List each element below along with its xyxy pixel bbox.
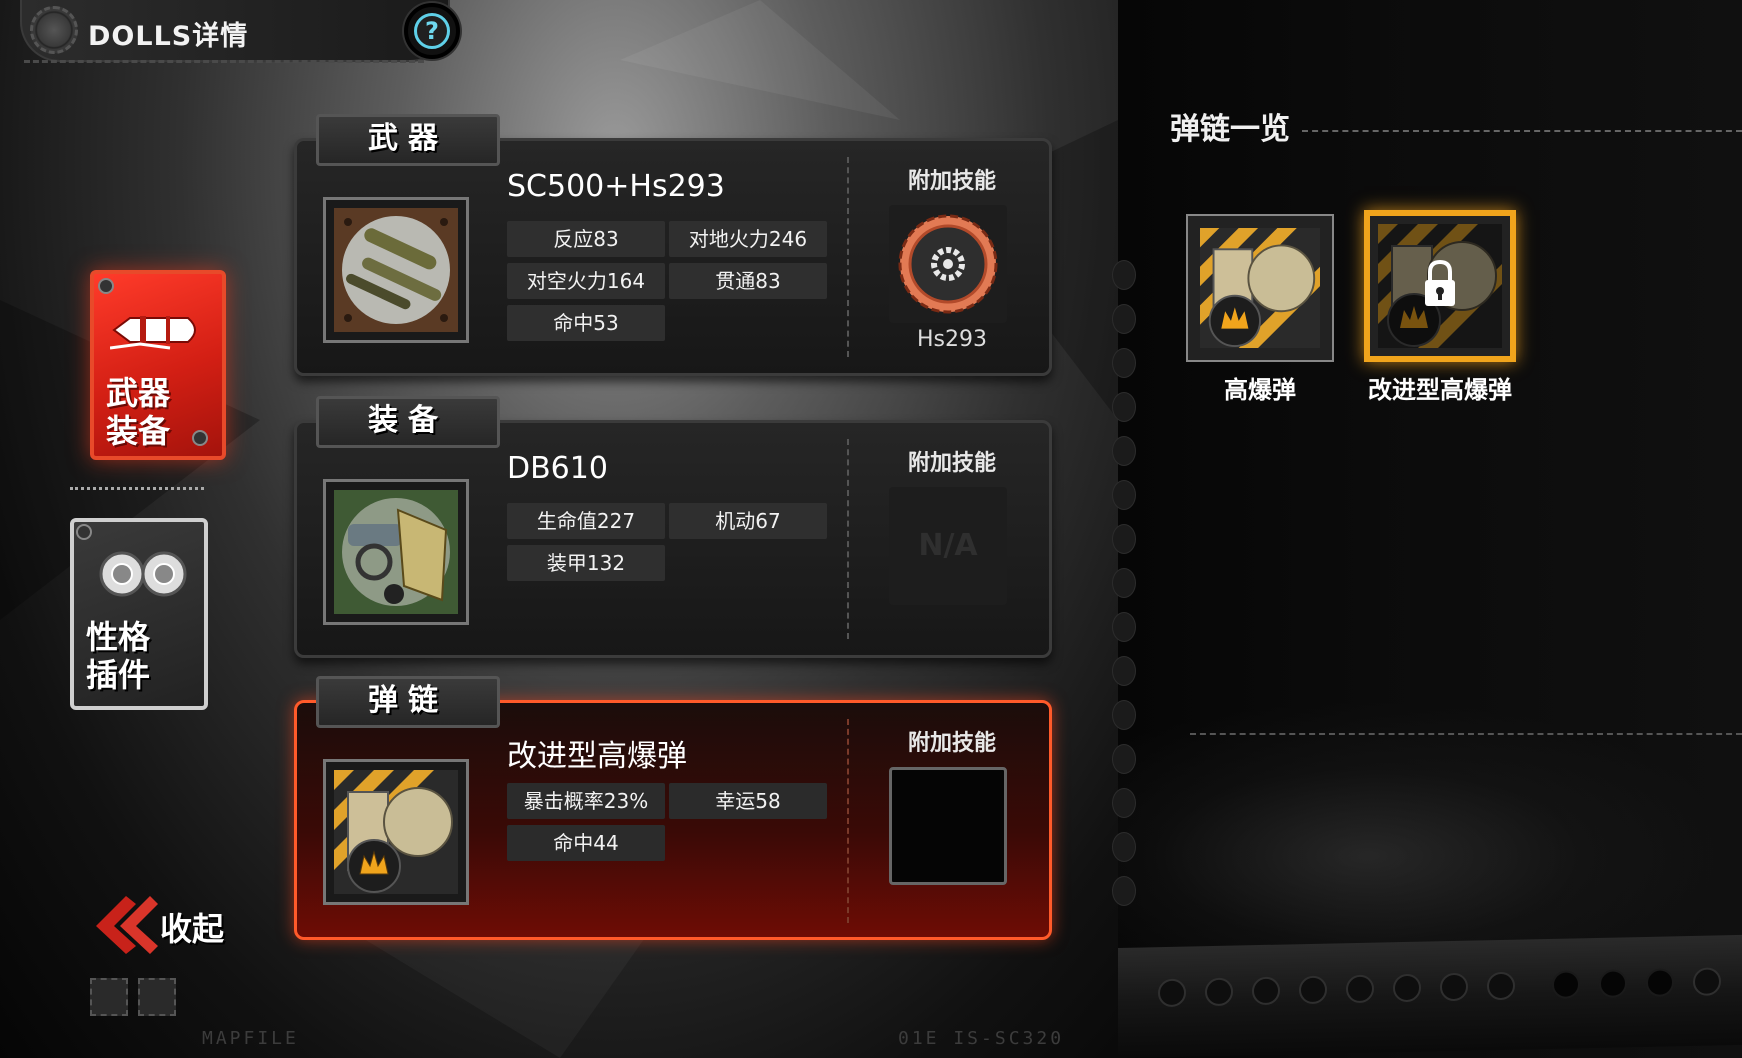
weapon-skill-slot[interactable] [889, 205, 1007, 323]
ammo-skill-label: 附加技能 [907, 731, 996, 756]
nav-weapon-equip-label: 武器 装备 [106, 374, 170, 450]
title-bar: DOLLS详情 [20, 0, 450, 62]
weapon-item-slot[interactable] [323, 197, 469, 343]
chevron-left-icon [96, 896, 158, 954]
weapon-skill-name: Hs293 [917, 327, 987, 352]
help-icon: ? [414, 13, 450, 49]
gear-icon [30, 6, 78, 54]
ammo-list-divider [1302, 130, 1742, 132]
screw-icon [76, 524, 92, 540]
ammo-stat: 暴击概率23% [507, 783, 665, 819]
page-title: DOLLS详情 [88, 21, 249, 52]
nav-weapon-equip-line2: 装备 [106, 412, 171, 450]
tab-ammo: 弹链 [316, 676, 500, 728]
tab-weapon: 武器 [316, 114, 500, 166]
panel-divider [847, 439, 849, 639]
ammo-name: 改进型高爆弹 [507, 739, 687, 774]
slot-square [90, 978, 128, 1016]
footer-left-code: MAPFILE [202, 1028, 299, 1049]
nav-trait-plugin-label: 性格 插件 [86, 618, 150, 694]
tires-icon [99, 551, 187, 597]
weapon-stat: 贯通83 [669, 263, 827, 299]
equipment-item-slot[interactable] [323, 479, 469, 625]
nav-trait-plugin-line1: 性格 [86, 618, 151, 656]
equipment-panel[interactable]: DB610 生命值227 机动67 装甲132 附加技能 N/A [294, 420, 1052, 658]
equipment-skill-na: N/A [918, 528, 978, 563]
equipment-skill-label: 附加技能 [907, 451, 996, 476]
ammo-card-high-explosive[interactable] [1186, 214, 1334, 362]
nav-trait-plugin-button[interactable]: 性格 插件 [70, 518, 208, 710]
ammo-panel[interactable]: 改进型高爆弹 暴击概率23% 幸运58 命中44 附加技能 [294, 700, 1052, 940]
slot-square [138, 978, 176, 1016]
weapon-image [334, 208, 458, 332]
title-underline [24, 60, 424, 63]
equipment-stat: 生命值227 [507, 503, 665, 539]
ammo-card-image [1200, 228, 1320, 348]
weapon-stat: 对空火力164 [507, 263, 665, 299]
ammo-skill-slot[interactable] [889, 767, 1007, 885]
weapon-stat: 反应83 [507, 221, 665, 257]
screw-icon [192, 430, 208, 446]
nav-trait-plugin-line2: 插件 [86, 656, 151, 694]
panel-divider [847, 157, 849, 357]
ammo-stat: 幸运58 [669, 783, 827, 819]
ammo-item-slot[interactable] [323, 759, 469, 905]
skill-gear-icon [898, 214, 998, 314]
collapse-button[interactable]: 收起 [88, 890, 238, 960]
weapon-stat: 对地火力246 [669, 221, 827, 257]
weapon-name: SC500+Hs293 [507, 169, 725, 204]
right-background [1118, 0, 1742, 1058]
bottom-decor-strip [1118, 934, 1742, 1058]
lock-icon [1425, 260, 1455, 306]
ammo-stat: 命中44 [507, 825, 665, 861]
equipment-skill-slot: N/A [889, 487, 1007, 605]
panel-divider [847, 719, 849, 923]
equipment-image [334, 490, 458, 614]
bullet-icon [110, 316, 196, 350]
nav-weapon-equip-button[interactable]: 武器 装备 [90, 270, 226, 460]
equipment-stat: 机动67 [669, 503, 827, 539]
panel-edge-notches [1112, 260, 1136, 906]
collapse-label: 收起 [160, 910, 225, 948]
ammo-list-bottom-divider [1190, 733, 1742, 735]
help-button[interactable]: ? [404, 3, 460, 59]
ammo-image [334, 770, 458, 894]
ammo-card-label: 改进型高爆弹 [1368, 376, 1512, 404]
ammo-card-improved-high-explosive[interactable] [1364, 210, 1516, 362]
footer-right-code: 01E IS-SC320 [898, 1028, 1065, 1049]
ammo-list-title: 弹链一览 [1170, 112, 1290, 147]
weapon-stat: 命中53 [507, 305, 665, 341]
ammo-card-label: 高爆弹 [1224, 376, 1296, 404]
tab-equipment: 装备 [316, 396, 500, 448]
nav-divider [70, 487, 204, 490]
nav-weapon-equip-line1: 武器 [106, 374, 171, 412]
weapon-skill-label: 附加技能 [907, 169, 996, 194]
weapon-panel[interactable]: SC500+Hs293 反应83 对地火力246 对空火力164 贯通83 命中… [294, 138, 1052, 376]
equipment-stat: 装甲132 [507, 545, 665, 581]
screw-icon [98, 278, 114, 294]
equipment-name: DB610 [507, 451, 608, 486]
